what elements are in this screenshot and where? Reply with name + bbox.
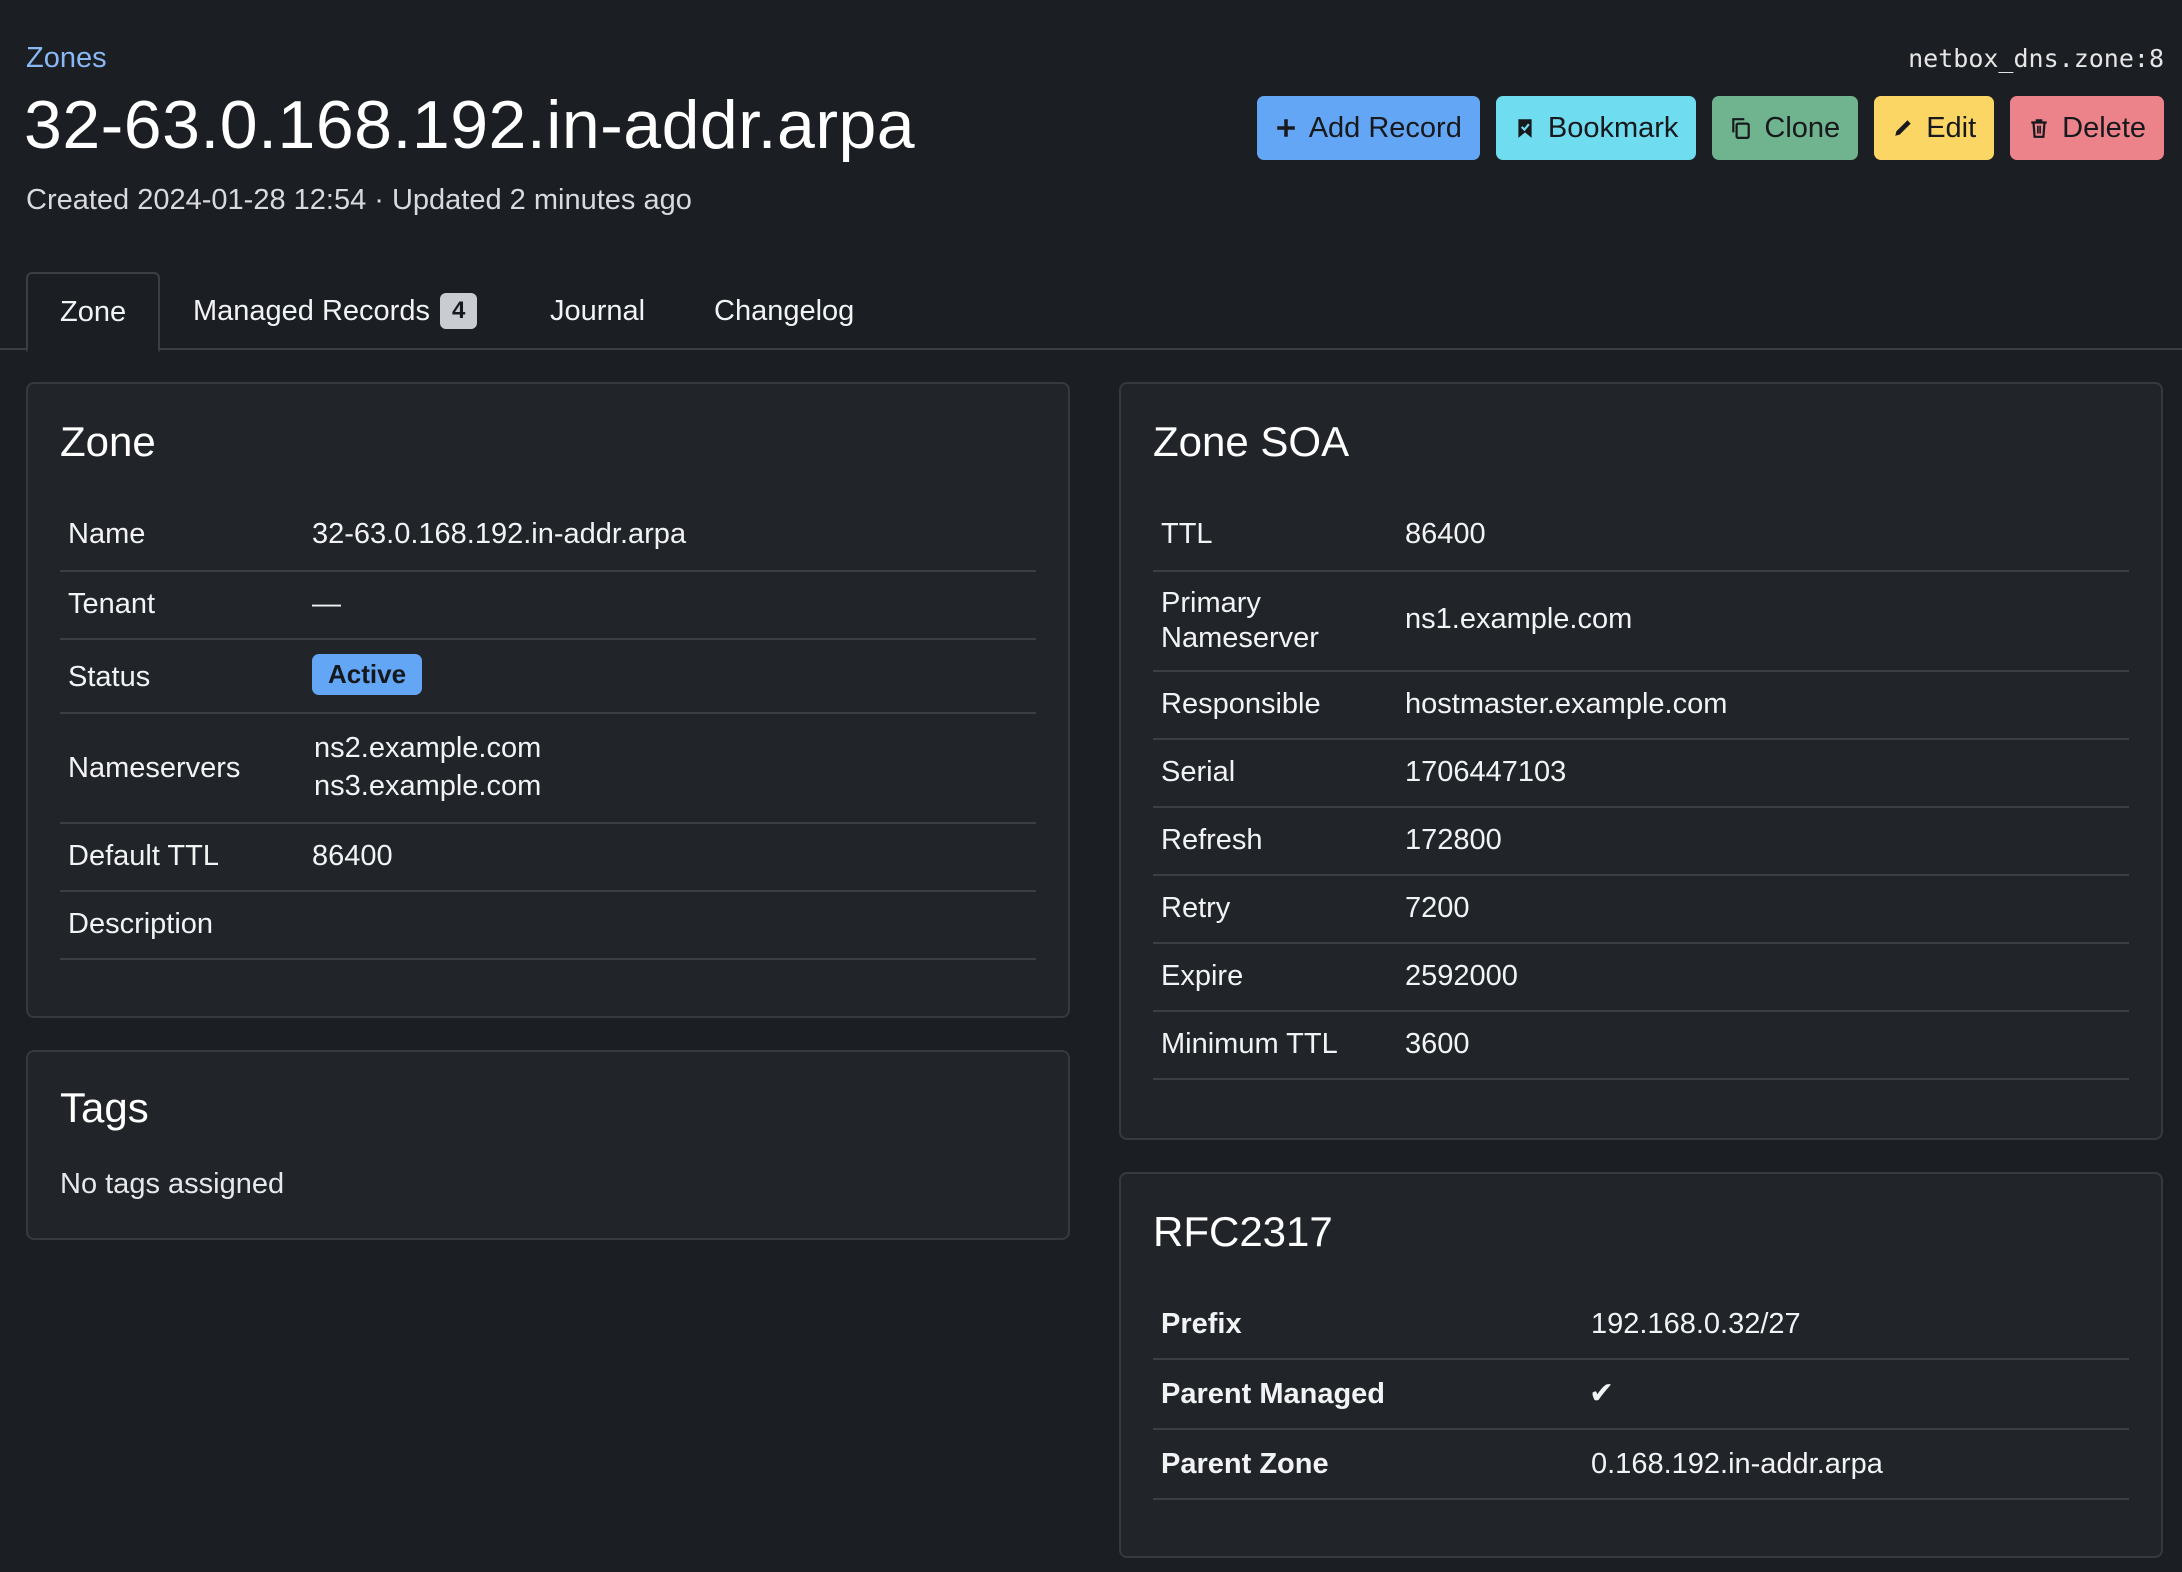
rfc-parent-zone-label: Parent Zone <box>1161 1448 1329 1480</box>
soa-retry-value: 7200 <box>1405 892 1470 924</box>
soa-row-primary-nameserver: Primary Nameserver ns1.example.com <box>1153 572 2129 672</box>
page-title: 32-63.0.168.192.in-addr.arpa <box>24 87 916 163</box>
zone-description-label: Description <box>68 908 214 940</box>
zone-row-status: Status Active <box>60 640 1036 714</box>
rfc-prefix-value: 192.168.0.32/27 <box>1591 1308 1801 1340</box>
soa-refresh-label: Refresh <box>1161 824 1263 856</box>
soa-primary-ns-label-line1: Primary <box>1161 587 1261 619</box>
soa-row-expire: Expire 2592000 <box>1153 944 2129 1012</box>
bookmark-icon <box>1518 119 1532 138</box>
status-badge: Active <box>312 654 423 695</box>
soa-serial-label: Serial <box>1161 756 1236 788</box>
object-identifier: netbox_dns.zone:8 <box>1908 44 2164 73</box>
zone-status-label: Status <box>68 661 151 693</box>
check-icon: ✔ <box>1589 1377 1615 1410</box>
soa-expire-value: 2592000 <box>1405 960 1518 992</box>
tab-managed-records-label: Managed Records <box>193 294 430 327</box>
tags-card: Tags No tags assigned <box>26 1050 1070 1240</box>
parent-zone-link[interactable]: 0.168.192.in-addr.arpa <box>1591 1448 1883 1481</box>
bookmark-button[interactable]: Bookmark <box>1495 96 1697 160</box>
tab-bar: Zone Managed Records 4 Journal Changelog <box>0 272 2182 352</box>
soa-row-ttl: TTL 86400 <box>1153 504 2129 572</box>
bookmark-label: Bookmark <box>1547 111 1679 144</box>
copy-icon <box>1732 118 1751 139</box>
soa-minimum-ttl-label: Minimum TTL <box>1161 1028 1338 1060</box>
rfc-row-parent-managed: Parent Managed ✔ <box>1153 1360 2129 1430</box>
zone-soa-card: Zone SOA TTL 86400 Primary Nameserver ns… <box>1119 382 2163 1140</box>
soa-refresh-value: 172800 <box>1405 824 1502 856</box>
rfc-row-prefix: Prefix 192.168.0.32/27 <box>1153 1290 2129 1360</box>
zone-name-value: 32-63.0.168.192.in-addr.arpa <box>312 518 687 550</box>
breadcrumb-zones[interactable]: Zones <box>26 42 107 75</box>
tab-zone[interactable]: Zone <box>26 272 161 352</box>
zone-default-ttl-value: 86400 <box>312 840 393 872</box>
zone-nameservers-label: Nameservers <box>68 752 241 784</box>
soa-ttl-value: 86400 <box>1405 518 1486 550</box>
plus-icon <box>1276 119 1295 137</box>
soa-row-retry: Retry 7200 <box>1153 876 2129 944</box>
tab-managed-records[interactable]: Managed Records 4 <box>193 272 478 350</box>
zone-row-default-ttl: Default TTL 86400 <box>60 824 1036 892</box>
clone-label: Clone <box>1764 111 1841 144</box>
delete-label: Delete <box>2062 111 2146 144</box>
soa-minimum-ttl-value: 3600 <box>1405 1028 1470 1060</box>
soa-ttl-label: TTL <box>1161 518 1213 550</box>
edit-button[interactable]: Edit <box>1874 96 1995 160</box>
zone-name-label: Name <box>68 518 146 550</box>
nameserver-link-ns2[interactable]: ns2.example.com <box>314 732 541 765</box>
tab-journal-label: Journal <box>550 294 646 327</box>
clone-button[interactable]: Clone <box>1712 96 1859 160</box>
delete-button[interactable]: Delete <box>2010 96 2164 160</box>
soa-retry-label: Retry <box>1161 892 1231 924</box>
rfc-row-parent-zone: Parent Zone 0.168.192.in-addr.arpa <box>1153 1430 2129 1500</box>
soa-expire-label: Expire <box>1161 960 1244 992</box>
soa-primary-ns-label-line2: Nameserver <box>1161 622 1319 654</box>
primary-nameserver-link[interactable]: ns1.example.com <box>1405 603 1632 636</box>
soa-responsible-label: Responsible <box>1161 688 1321 720</box>
rfc-parent-managed-label: Parent Managed <box>1161 1378 1385 1410</box>
zone-card: Zone Name 32-63.0.168.192.in-addr.arpa T… <box>26 382 1070 1018</box>
tab-changelog-label: Changelog <box>714 294 855 327</box>
add-record-button[interactable]: Add Record <box>1256 96 1480 160</box>
zone-tenant-label: Tenant <box>68 588 156 620</box>
managed-records-count-badge: 4 <box>439 293 478 329</box>
zone-row-nameservers: Nameservers ns2.example.com ns3.example.… <box>60 714 1036 824</box>
tab-journal[interactable]: Journal <box>550 272 645 350</box>
soa-row-responsible: Responsible hostmaster.example.com <box>1153 672 2129 740</box>
zone-tenant-value: — <box>312 588 341 620</box>
rfc2317-card-title: RFC2317 <box>1153 1208 1333 1255</box>
rfc-prefix-label: Prefix <box>1161 1308 1242 1340</box>
add-record-label: Add Record <box>1308 111 1462 144</box>
created-updated-text: Created 2024-01-28 12:54 · Updated 2 min… <box>26 184 692 216</box>
zone-card-title: Zone <box>60 418 156 465</box>
tags-card-title: Tags <box>60 1084 149 1131</box>
soa-serial-value: 1706447103 <box>1405 756 1567 788</box>
soa-primary-ns-label: Primary Nameserver <box>1161 586 1319 656</box>
soa-row-minimum-ttl: Minimum TTL 3600 <box>1153 1012 2129 1080</box>
action-buttons: Add Record Bookmark Clone Edit Delete <box>1256 96 2164 160</box>
zone-default-ttl-label: Default TTL <box>68 840 219 872</box>
rfc2317-card: RFC2317 Prefix 192.168.0.32/27 Parent Ma… <box>1119 1172 2163 1558</box>
tab-zone-label: Zone <box>60 295 127 328</box>
zone-soa-card-title: Zone SOA <box>1153 418 1350 465</box>
soa-row-serial: Serial 1706447103 <box>1153 740 2129 808</box>
pencil-icon <box>1895 120 1911 136</box>
edit-label: Edit <box>1926 111 1977 144</box>
zone-row-description: Description <box>60 892 1036 960</box>
zone-row-name: Name 32-63.0.168.192.in-addr.arpa <box>60 504 1036 572</box>
zone-row-tenant: Tenant — <box>60 572 1036 640</box>
tab-changelog[interactable]: Changelog <box>714 272 854 350</box>
soa-row-refresh: Refresh 172800 <box>1153 808 2129 876</box>
nameserver-link-ns3[interactable]: ns3.example.com <box>314 770 541 803</box>
no-tags-text: No tags assigned <box>60 1168 285 1200</box>
trash-icon <box>2031 119 2047 138</box>
soa-responsible-value: hostmaster.example.com <box>1405 688 1728 720</box>
